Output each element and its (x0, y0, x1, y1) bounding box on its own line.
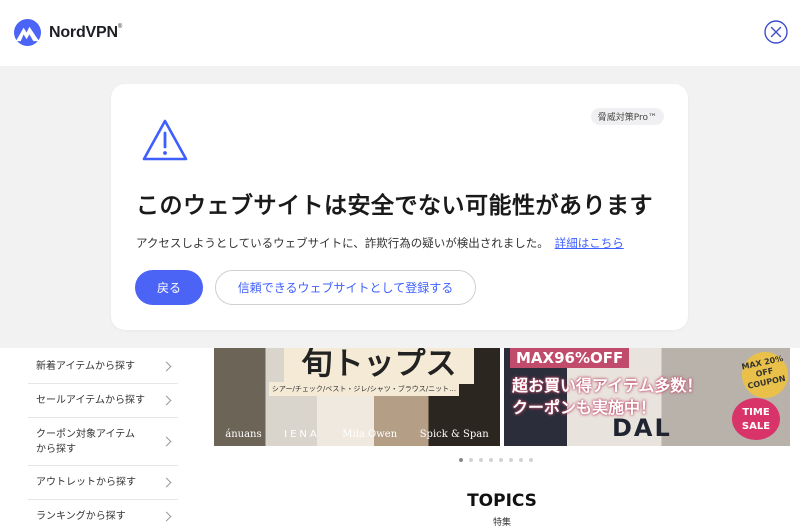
back-button[interactable]: 戻る (135, 270, 203, 305)
topics-subtitle: 特集 (492, 518, 511, 528)
coupon-badge: MAX 20% OFF COUPON (737, 348, 790, 403)
banner-tops[interactable]: 旬トップス シアー/チェック/ベスト・ジレ/シャツ・ブラウス/ニット… ánua… (214, 348, 500, 446)
banner-tops-subtitle: シアー/チェック/ベスト・ジレ/シャツ・ブラウス/ニット… (269, 382, 459, 396)
side-nav-label: ランキングから探す (36, 511, 126, 522)
time-sale-badge: TIME SALE (732, 398, 780, 440)
carousel-dot[interactable] (509, 458, 513, 462)
chevron-right-icon (161, 395, 172, 406)
nordvpn-brand: NordVPN® (12, 19, 122, 46)
side-navigation: 新着アイテムから探す セールアイテムから探す クーポン対象アイテム から探す ア… (28, 350, 178, 528)
close-icon[interactable] (764, 20, 788, 44)
nordvpn-logo-icon (14, 19, 41, 46)
carousel-dot[interactable] (529, 458, 533, 462)
side-nav-item-sale[interactable]: セールアイテムから探す (28, 384, 178, 418)
nordvpn-warning-overlay: NordVPN® 脅威対策Pro™ このウェブサイトは安全でない可能性があります… (0, 0, 800, 348)
carousel-dot[interactable] (469, 458, 473, 462)
warning-description: アクセスしようとしているウェブサイトに、詐欺行為の疑いが検出されました。 詳細はこ… (136, 235, 624, 251)
dal-logo: DAL (612, 414, 672, 442)
nordvpn-topbar: NordVPN® (0, 0, 800, 66)
details-link[interactable]: 詳細はこちら (555, 236, 624, 250)
carousel-dot[interactable] (479, 458, 483, 462)
banner-tops-title: 旬トップス (284, 348, 474, 384)
carousel-dot[interactable] (459, 458, 463, 462)
chevron-right-icon (161, 477, 172, 488)
brand-label: IENA (284, 429, 320, 440)
chevron-right-icon (161, 361, 172, 372)
banner-sale-headline: MAX96%OFF (510, 348, 630, 368)
side-nav-label: 新着アイテムから探す (36, 361, 135, 372)
topics-title: TOPICS (467, 491, 537, 511)
side-nav-label: クーポン対象アイテム から探す (36, 428, 135, 455)
warning-triangle-icon (142, 119, 188, 161)
brand-name: NordVPN® (49, 23, 123, 41)
chevron-right-icon (161, 511, 172, 522)
banner-sale[interactable]: MAX96%OFF 超お買い得アイテム多数！ クーポンも実施中！ MAX 20%… (504, 348, 790, 446)
carousel-dot[interactable] (519, 458, 523, 462)
side-nav-label: アウトレットから探す (36, 477, 136, 488)
side-nav-item-coupon[interactable]: クーポン対象アイテム から探す (28, 418, 178, 466)
warning-description-text: アクセスしようとしているウェブサイトに、詐欺行為の疑いが検出されました。 (136, 236, 549, 250)
chevron-right-icon (161, 436, 172, 447)
warning-headline: このウェブサイトは安全でない可能性があります (136, 193, 653, 219)
side-nav-item-new[interactable]: 新着アイテムから探す (28, 350, 178, 384)
side-nav-label: セールアイテムから探す (36, 395, 145, 406)
brand-label: ánuans (225, 429, 262, 440)
threat-protection-badge: 脅威対策Pro™ (590, 108, 664, 125)
banner-sale-line1: 超お買い得アイテム多数！ (512, 376, 703, 395)
carousel-dot[interactable] (499, 458, 503, 462)
carousel-dots (459, 458, 533, 462)
trust-website-button[interactable]: 信頼できるウェブサイトとして登録する (215, 270, 476, 305)
brand-label: Mila Owen (342, 429, 398, 440)
side-nav-item-ranking[interactable]: ランキングから探す (28, 500, 178, 528)
warning-card: 脅威対策Pro™ このウェブサイトは安全でない可能性があります アクセスしようと… (111, 84, 688, 330)
carousel-dot[interactable] (489, 458, 493, 462)
banner-brand-list: ánuans IENA Mila Owen Spick & Span (214, 429, 500, 440)
side-nav-item-outlet[interactable]: アウトレットから探す (28, 466, 178, 500)
brand-label: Spick & Span (419, 429, 489, 440)
